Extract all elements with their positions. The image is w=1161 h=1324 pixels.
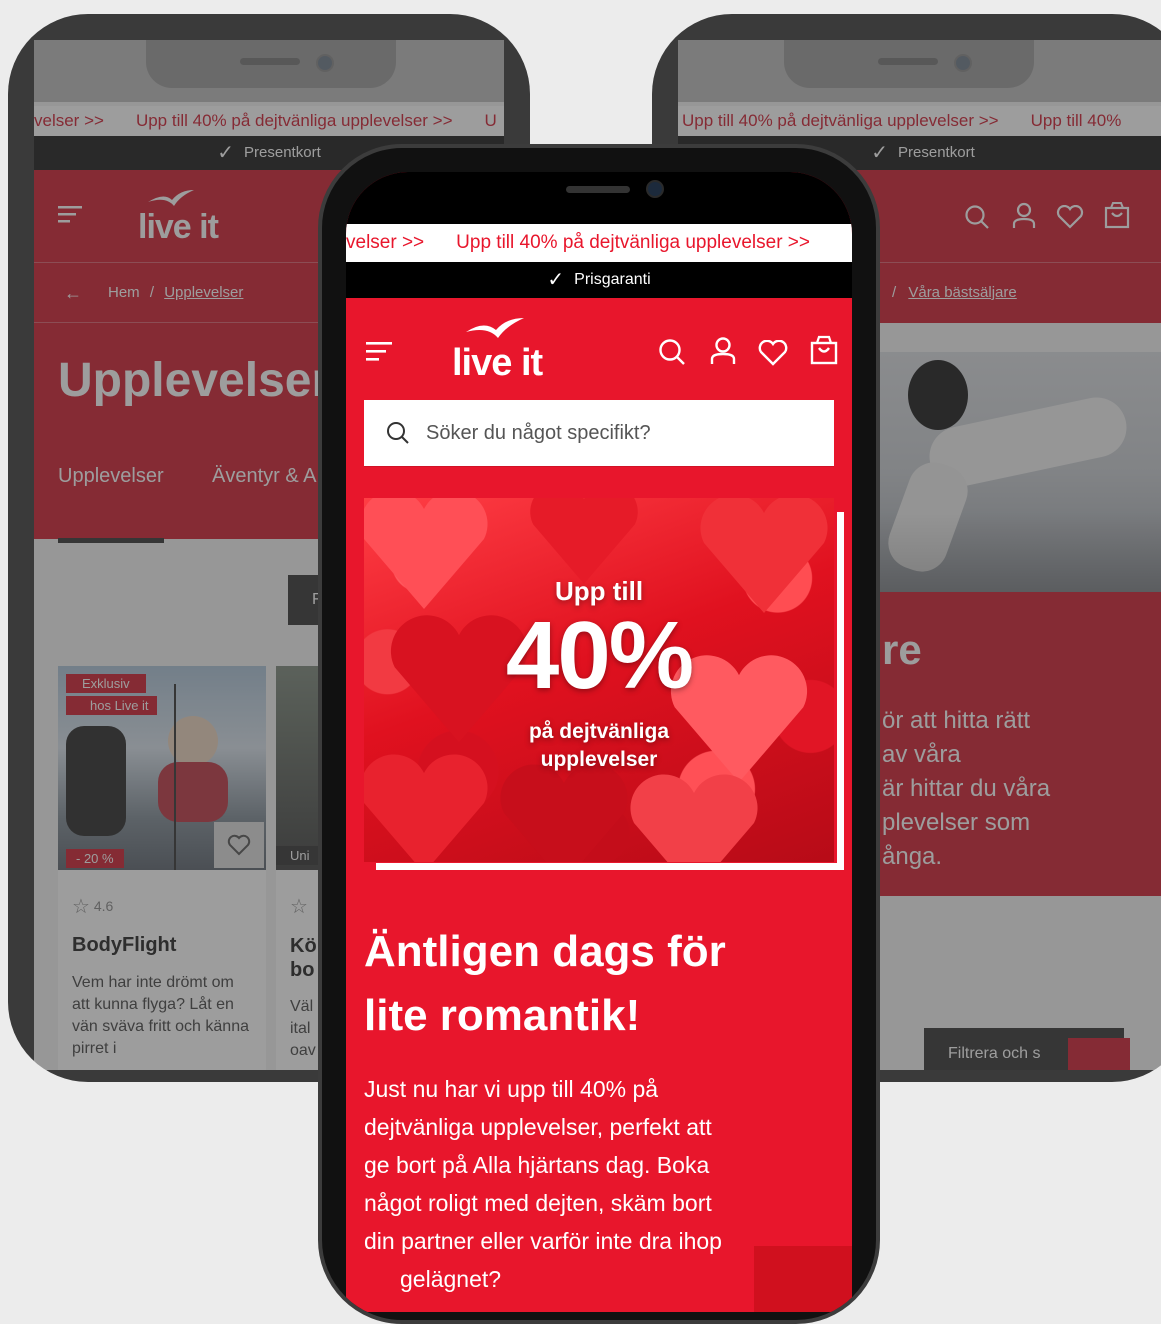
arrow-left-icon[interactable]: ← <box>64 263 82 323</box>
headline: Äntligen dags för lite romantik! <box>364 927 726 1040</box>
search-icon[interactable] <box>964 204 990 235</box>
heart-icon[interactable] <box>758 339 788 371</box>
logo[interactable]: live it <box>138 190 219 247</box>
heart-icon[interactable] <box>1056 204 1084 234</box>
notch <box>784 40 1034 88</box>
notch <box>466 172 736 216</box>
promo-banner[interactable]: velser >> Upp till 40% på dejtvänliga upp… <box>34 106 504 136</box>
chat-button[interactable] <box>1068 1038 1130 1070</box>
search-icon[interactable] <box>658 338 686 371</box>
discount-badge: - 20 % <box>66 849 124 868</box>
tab-aventyr[interactable]: Äventyr & A <box>212 465 317 488</box>
product-description: Vem har inte drömt om att kunna flyga? L… <box>72 974 249 1057</box>
notch <box>146 40 396 88</box>
hero-line2: upplevelser <box>540 748 658 771</box>
bag-icon[interactable] <box>1104 201 1130 234</box>
search-icon <box>387 422 409 444</box>
star-icon: ☆ <box>290 896 308 918</box>
promo-banner[interactable]: Upp till 40% på dejtvänliga upplevelser … <box>678 106 1161 136</box>
product-title[interactable]: BodyFlight <box>72 934 176 957</box>
tab-underline <box>58 538 164 543</box>
account-icon[interactable] <box>1012 202 1036 235</box>
tab-upplevelser[interactable]: Upplevelser <box>58 465 164 488</box>
search-placeholder: Söker du något specifikt? <box>426 421 651 444</box>
logo[interactable]: live it <box>452 318 543 385</box>
check-icon: ✓ <box>547 269 565 291</box>
exclusive-badge: Exklusiv <box>66 674 146 693</box>
check-icon: ✓ <box>217 142 235 164</box>
product-tag: Uni <box>276 846 324 865</box>
search-input[interactable]: Söker du något specifikt? <box>364 400 834 466</box>
section-text: ör att hitta rätt av våra är hittar du v… <box>882 707 1051 870</box>
promo-banner[interactable]: velser >> Upp till 40% på dejtvänliga upp… <box>346 224 852 262</box>
exclusive-badge-sub: hos Live it <box>66 696 157 715</box>
breadcrumb-current[interactable]: Upplevelser <box>164 284 243 301</box>
menu-icon[interactable] <box>58 206 84 229</box>
chat-button[interactable] <box>754 1246 852 1312</box>
breadcrumb-home[interactable]: Hem <box>108 284 140 301</box>
hero-line1: på dejtvänliga <box>528 720 670 743</box>
bag-icon[interactable] <box>810 335 838 370</box>
rating: ☆ 4.6 <box>72 896 114 918</box>
account-icon[interactable] <box>710 336 736 371</box>
product-description: Väl ital oav <box>290 998 316 1059</box>
section-heading: re <box>882 626 922 673</box>
product-card[interactable]: Exklusiv hos Live it - 20 % ☆ 4.6 BodyFl… <box>58 666 266 1070</box>
site-header: live it <box>346 298 852 402</box>
guarantee-bar: ✓ Prisgaranti <box>346 262 852 298</box>
page-title: Upplevelser <box>58 354 331 407</box>
heart-icon[interactable] <box>214 822 264 868</box>
menu-icon[interactable] <box>366 342 394 367</box>
hero-big-text: 40% <box>505 602 694 709</box>
star-icon: ☆ <box>72 896 90 918</box>
breadcrumb-current[interactable]: Våra bästsäljare <box>908 284 1016 301</box>
center-phone-screen: velser >> Upp till 40% på dejtvänliga upp… <box>346 172 852 1312</box>
center-phone-frame: velser >> Upp till 40% på dejtvänliga upp… <box>318 144 880 1324</box>
hero-banner[interactable]: Upp till 40% på dejtvänliga upplevelser <box>364 498 834 862</box>
check-icon: ✓ <box>871 142 889 164</box>
product-title[interactable]: Kö bo <box>290 934 320 982</box>
